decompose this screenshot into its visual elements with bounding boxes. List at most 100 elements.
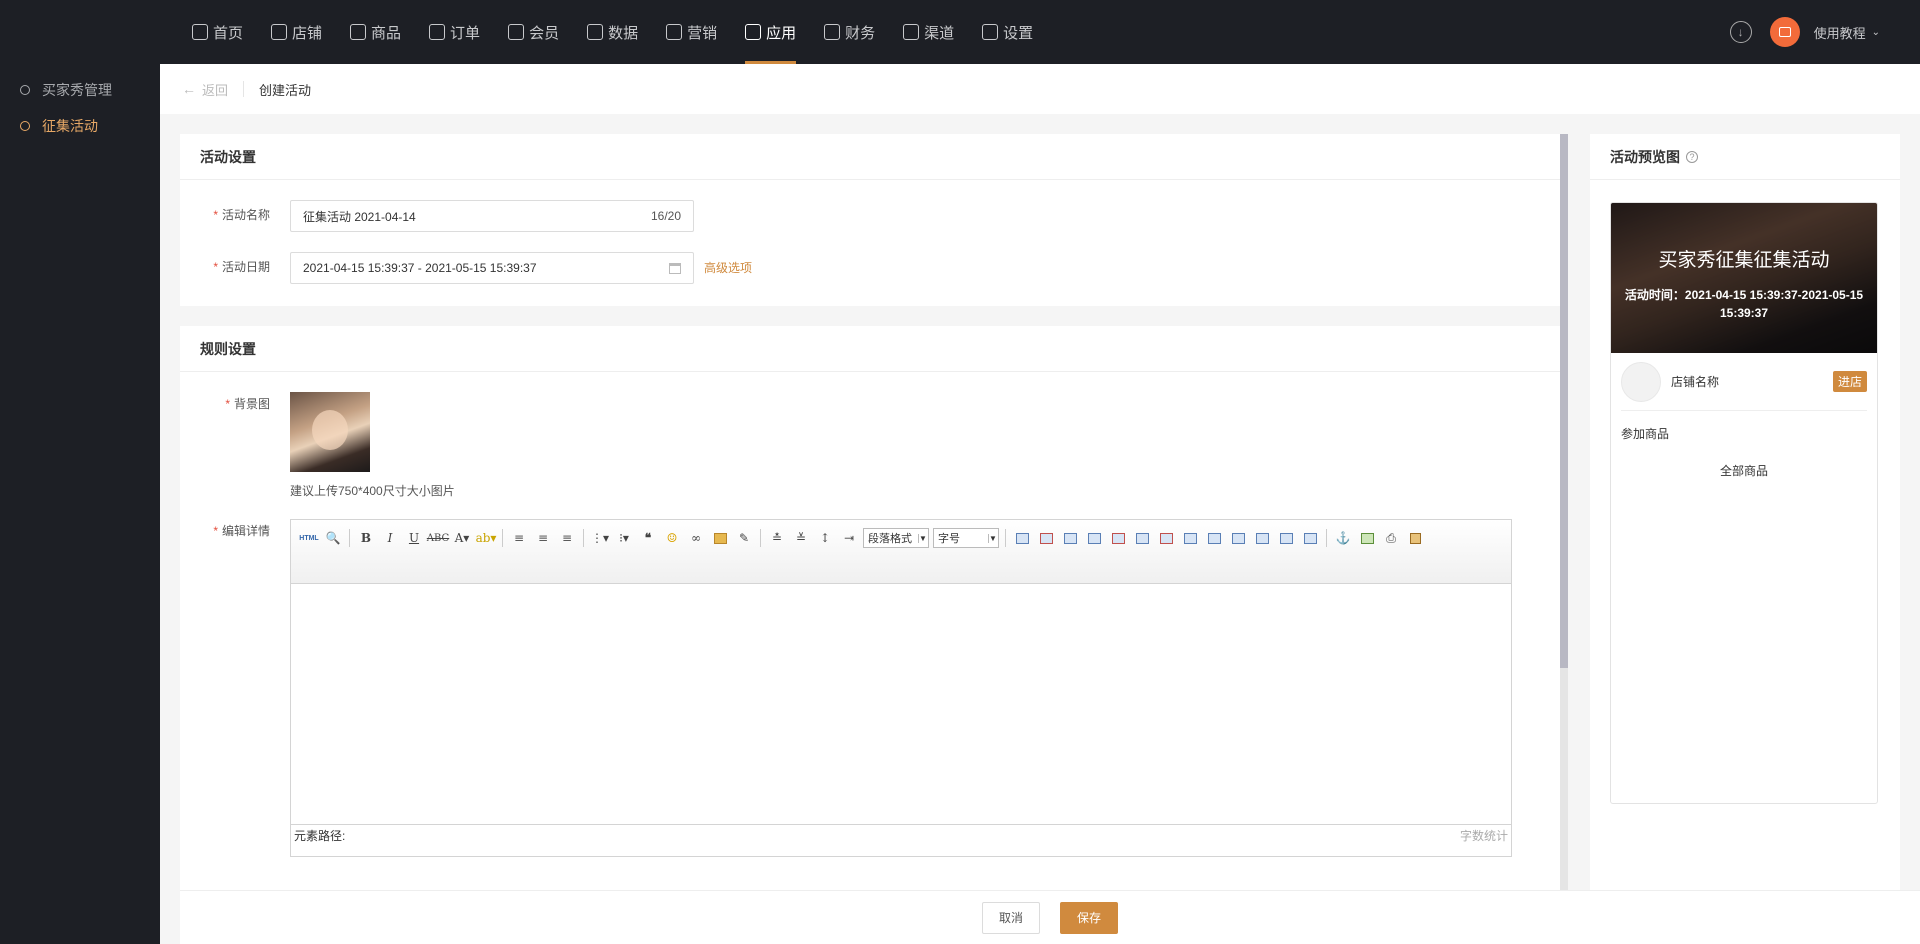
help-icon[interactable]: ? [1686, 150, 1698, 163]
user-icon [508, 24, 525, 40]
preview-banner: 买家秀征集征集活动 活动时间：2021-04-15 15:39:37-2021-… [1611, 203, 1877, 353]
enter-store-button[interactable]: 进店 [1832, 371, 1867, 392]
split-rows-icon[interactable] [1276, 528, 1296, 548]
nav-item-channel[interactable]: 渠道 [891, 0, 966, 64]
goods-icon [350, 24, 367, 40]
activity-date-picker[interactable]: 2021-04-15 15:39:37 - 2021-05-15 15:39:3… [290, 252, 694, 284]
nav-item-app[interactable]: 应用 [733, 0, 808, 64]
highlight-icon[interactable]: ab▾ [476, 528, 497, 548]
preview-title: 活动预览图 ? [1590, 134, 1900, 180]
split-cols-icon[interactable] [1300, 528, 1320, 548]
page-title: 创建活动 [259, 82, 312, 98]
download-icon[interactable]: ↓ [1729, 21, 1752, 43]
bold-icon[interactable]: B [356, 528, 376, 548]
rule-settings-section: 规则设置 * 背景图 建议上传750*400尺寸大小图片 * 编辑详情 HTML 🔍… [180, 326, 1560, 890]
font-size-select[interactable]: 字号 ▼ [933, 528, 999, 548]
paragraph-spacing-top-icon[interactable]: ≛ [767, 528, 787, 548]
align-center-icon[interactable]: ≡ [533, 528, 553, 548]
eraser-icon[interactable]: ✎ [734, 528, 754, 548]
merge-right-icon[interactable] [1204, 528, 1224, 548]
underline-icon[interactable]: U [404, 528, 424, 548]
paragraph-format-select[interactable]: 段落格式 ▼ [863, 528, 929, 548]
nav-item-home[interactable]: 首页 [180, 0, 255, 64]
delete-table-icon[interactable] [1036, 528, 1056, 548]
preview-icon[interactable]: 🔍 [323, 528, 343, 548]
nav-item-member[interactable]: 会员 [496, 0, 571, 64]
insert-paragraph-before-table-icon[interactable] [1060, 528, 1080, 548]
nav-item-store[interactable]: 店铺 [259, 0, 334, 64]
insert-row-icon[interactable] [1084, 528, 1104, 548]
paragraph-spacing-bottom-icon[interactable]: ≚ [791, 528, 811, 548]
insert-image-icon[interactable] [1357, 528, 1377, 548]
line-height-icon[interactable]: ↕ [815, 528, 835, 548]
sidebar: 买家秀管理 征集活动 [0, 64, 160, 944]
arrow-left-icon: ← [182, 81, 196, 97]
chevron-down-icon: ▼ [988, 533, 997, 543]
font-color-icon[interactable]: A▾ [452, 528, 472, 548]
align-right-icon[interactable]: ≡ [557, 528, 577, 548]
background-image-thumb[interactable] [290, 392, 370, 472]
tutorial-link[interactable]: 使用教程 [1814, 23, 1866, 42]
form-row-name: * 活动名称 征集活动 2021-04-14 16/20 [180, 200, 1560, 232]
chart-icon [587, 24, 604, 40]
divider [243, 81, 245, 97]
merge-cells-icon[interactable] [1180, 528, 1200, 548]
strikethrough-icon[interactable]: ABC [427, 528, 449, 548]
nav-item-order[interactable]: 订单 [417, 0, 492, 64]
chevron-down-icon[interactable]: ⌄ [1872, 27, 1880, 38]
anchor-icon[interactable]: ⚓ [1333, 528, 1353, 548]
ordered-list-icon[interactable]: ⋮▾ [590, 528, 610, 548]
blockquote-icon[interactable]: ❝ [638, 528, 658, 548]
sidebar-item-buyer-show[interactable]: 买家秀管理 [0, 72, 160, 108]
activity-settings-section: 活动设置 * 活动名称 征集活动 2021-04-14 16/20 * 活动日期 2… [180, 134, 1560, 306]
banner-time: 活动时间：2021-04-15 15:39:37-2021-05-15 15:3… [1624, 288, 1864, 320]
avatar[interactable] [1769, 17, 1800, 47]
banner-title: 买家秀征集征集活动 [1658, 249, 1830, 271]
insert-col-icon[interactable] [1132, 528, 1152, 548]
html-source-icon[interactable]: HTML [299, 528, 319, 548]
megaphone-icon [20, 121, 30, 131]
paste-icon[interactable] [1405, 528, 1425, 548]
link-icon[interactable]: ∞ [686, 528, 706, 548]
form-row-bg: * 背景图 建议上传750*400尺寸大小图片 [180, 392, 1560, 499]
nav-item-data[interactable]: 数据 [575, 0, 650, 64]
save-button[interactable]: 保存 [1060, 901, 1119, 934]
editor-content-area[interactable] [291, 584, 1511, 824]
nav-item-settings[interactable]: 设置 [970, 0, 1045, 64]
insert-table-icon[interactable] [1012, 528, 1032, 548]
channel-icon [903, 24, 920, 40]
print-icon[interactable]: ⎙ [1381, 528, 1401, 548]
bg-hint: 建议上传750*400尺寸大小图片 [290, 484, 455, 498]
italic-icon[interactable]: I [380, 528, 400, 548]
editor-statusbar: 元素路径: 字数统计 [291, 824, 1511, 846]
content-area: ← 返回 创建活动 活动设置 * 活动名称 征集活动 2021-04-14 16/2… [160, 64, 1920, 944]
nav-item-marketing[interactable]: 营销 [654, 0, 729, 64]
top-bar: 首页 店铺 商品 订单 会员 数据 营销 应用 财务 渠道 设置 ↓ 使用教程 … [0, 0, 1920, 64]
section-title: 活动设置 [180, 134, 1560, 180]
sidebar-item-collect-activity[interactable]: 征集活动 [0, 108, 160, 144]
align-left-icon[interactable]: ≡ [509, 528, 529, 548]
nav-item-finance[interactable]: 财务 [812, 0, 887, 64]
top-right-area: ↓ 使用教程 ⌄ [1729, 0, 1880, 64]
editor-toolbar: HTML 🔍 B I U ABC A▾ ab▾ ≡ ≡ ≡ ⋮▾ ⁝▾ ❝ ☺ … [291, 520, 1511, 584]
back-button[interactable]: ← 返回 [182, 80, 228, 99]
cancel-button[interactable]: 取消 [981, 901, 1040, 934]
shop-name: 店铺名称 [1671, 375, 1720, 389]
merge-down-icon[interactable] [1228, 528, 1248, 548]
split-cells-icon[interactable] [1252, 528, 1272, 548]
unordered-list-icon[interactable]: ⁝▾ [614, 528, 634, 548]
tag-icon [666, 24, 683, 40]
advanced-options-link[interactable]: 高级选项 [704, 252, 752, 284]
indent-icon[interactable]: ⇥ [839, 528, 859, 548]
activity-name-input[interactable]: 征集活动 2021-04-14 16/20 [290, 200, 694, 232]
order-icon [429, 24, 446, 40]
delete-col-icon[interactable] [1156, 528, 1176, 548]
nav-item-goods[interactable]: 商品 [338, 0, 413, 64]
footer-actions: 取消 保存 [180, 890, 1920, 944]
scrollbar[interactable] [1560, 134, 1568, 890]
image-icon[interactable] [710, 528, 730, 548]
store-icon [271, 24, 288, 40]
emoji-icon[interactable]: ☺ [662, 528, 682, 548]
scrollbar-thumb[interactable] [1560, 134, 1568, 668]
delete-row-icon[interactable] [1108, 528, 1128, 548]
